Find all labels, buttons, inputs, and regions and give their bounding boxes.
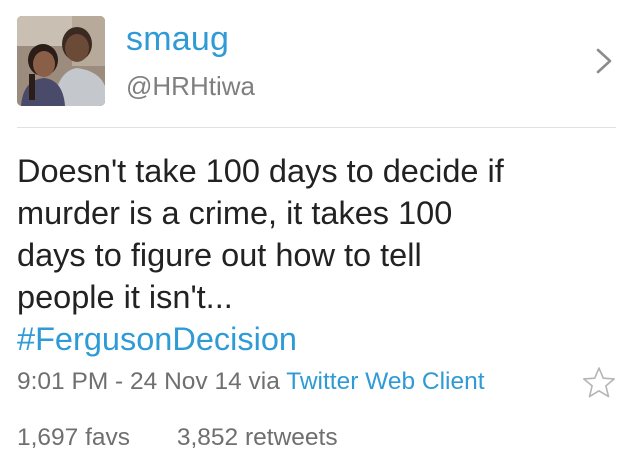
retweets-count: 3,852 [176, 424, 239, 451]
tweet-stats: 1,697 favs 3,852 retweets [17, 422, 338, 454]
via-label: via [248, 368, 280, 395]
favs-label: favs [85, 424, 131, 451]
tweet-text-line: people it isn't... [17, 279, 233, 315]
chevron-right-icon[interactable] [594, 46, 614, 76]
client-link[interactable]: Twitter Web Client [286, 368, 484, 395]
user-handle[interactable]: @HRHtiwa [126, 70, 255, 102]
retweets-label: retweets [245, 424, 338, 451]
favs-stat[interactable]: 1,697 favs [17, 422, 130, 454]
avatar[interactable] [17, 16, 105, 106]
tweet-meta: 9:01 PM - 24 Nov 14 via Twitter Web Clie… [17, 366, 485, 398]
divider [17, 127, 616, 128]
tweet-text-line: murder is a crime, it takes 100 [17, 195, 453, 231]
profile-header[interactable]: smaug @HRHtiwa [0, 0, 637, 126]
tweet-detail: smaug @HRHtiwa Doesn't take 100 days to … [0, 0, 637, 474]
tweet-text-line: days to figure out how to tell [17, 237, 422, 273]
hashtag-link[interactable]: #FergusonDecision [17, 318, 607, 360]
display-name[interactable]: smaug [126, 19, 229, 59]
profile-photo-icon [17, 16, 105, 106]
star-outline-icon[interactable] [582, 366, 616, 400]
favs-count: 1,697 [17, 424, 79, 451]
tweet-text-line: Doesn't take 100 days to decide if [17, 153, 504, 189]
tweet-text: Doesn't take 100 days to decide if murde… [17, 150, 607, 360]
retweets-stat[interactable]: 3,852 retweets [177, 422, 338, 454]
timestamp: 9:01 PM - 24 Nov 14 [17, 368, 242, 395]
